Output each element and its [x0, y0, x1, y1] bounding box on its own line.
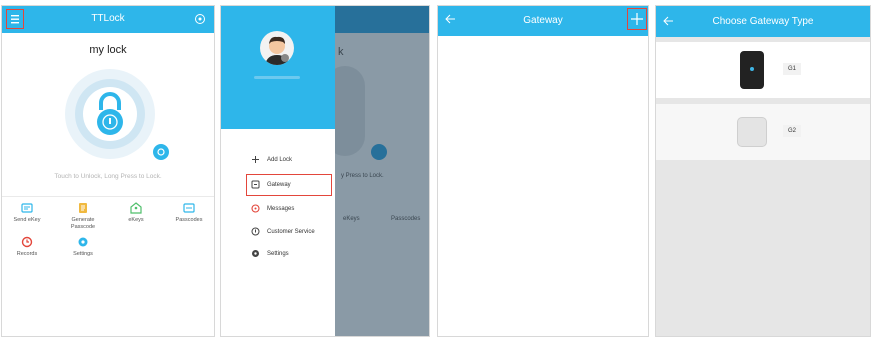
grid-item-passcodes[interactable]: Passcodes [165, 202, 213, 224]
choose-gateway-type-screen: Choose Gateway Type G1 G2 [656, 6, 870, 336]
plus-icon [252, 156, 259, 163]
top-bar: Choose Gateway Type [656, 6, 870, 37]
top-bar: Gateway [438, 6, 648, 36]
scan-icon[interactable] [194, 13, 206, 25]
dimmed-hint: y Press to Lock. [341, 173, 384, 179]
drawer-item-label: Messages [267, 206, 295, 212]
drawer-item-label: Customer Service [267, 229, 315, 235]
drawer-header [221, 6, 335, 129]
sync-icon [157, 148, 165, 156]
grid-label: Settings [73, 251, 93, 257]
add-gateway-button[interactable] [627, 8, 647, 30]
plus-icon [631, 13, 643, 25]
app-title: TTLock [91, 13, 125, 24]
drawer-item-label: Add Lock [267, 157, 293, 163]
grid-item-send-ekey[interactable]: Send eKey [3, 202, 51, 224]
page-title: Gateway [523, 15, 563, 26]
grid-item-settings[interactable]: Settings [59, 236, 107, 258]
home-screen: TTLock my lock Touch to Unlock, Long Pre… [2, 6, 214, 336]
gateway-type-label: G2 [783, 125, 801, 137]
dimmed-lock-name: k [338, 46, 344, 58]
page-title: Choose Gateway Type [712, 16, 814, 27]
dimmed-ekeys: eKeys [343, 216, 360, 222]
lock-name: my lock [89, 44, 127, 56]
g1-device-icon [740, 51, 764, 89]
send-ekey-icon [21, 203, 33, 213]
drawer-screen: k y Press to Lock. eKeys Passcodes Add L… [221, 6, 429, 336]
gateway-type-g2[interactable]: G2 [656, 104, 870, 160]
gateway-icon [251, 180, 260, 189]
grid-item-records[interactable]: Records [3, 236, 51, 258]
dimmed-sync-button [371, 144, 387, 160]
g2-device-icon [738, 118, 766, 146]
gateway-screen: Gateway [438, 6, 648, 336]
passcodes-icon [183, 203, 195, 213]
grid-item-ekeys[interactable]: eKeys [112, 202, 160, 224]
grid-label: Passcodes [175, 217, 203, 223]
ekeys-icon [130, 202, 142, 214]
drawer-item-label: Settings [267, 251, 289, 257]
sync-button[interactable] [153, 144, 169, 160]
gear-icon [252, 250, 259, 257]
grid-item-generate-passcode[interactable]: Generate Passcode [59, 202, 107, 231]
username-placeholder [254, 76, 300, 79]
generate-passcode-icon [79, 203, 87, 213]
divider [2, 196, 214, 197]
settings-icon [78, 237, 88, 247]
service-icon [251, 227, 260, 236]
grid-label: Send eKey [13, 217, 41, 223]
drawer-item-label: Gateway [267, 182, 291, 188]
nav-drawer: Add Lock Gateway Messages Customer Servi… [221, 6, 335, 336]
records-icon [21, 236, 33, 248]
grid-label: Records [16, 251, 38, 257]
dimmed-passcodes: Passcodes [391, 216, 421, 222]
message-icon [251, 204, 260, 213]
padlock-icon[interactable] [88, 86, 132, 142]
gateway-type-label: G1 [783, 63, 801, 75]
top-bar: TTLock [2, 6, 214, 33]
grid-label: Generate Passcode [70, 217, 96, 230]
drawer-item-gateway[interactable]: Gateway [246, 174, 332, 196]
user-avatar-icon [265, 36, 289, 65]
avatar[interactable] [260, 31, 294, 65]
unlock-hint: Touch to Unlock, Long Press to Lock. [54, 173, 162, 180]
grid-label: eKeys [128, 217, 144, 223]
gateway-type-g1[interactable]: G1 [656, 42, 870, 98]
